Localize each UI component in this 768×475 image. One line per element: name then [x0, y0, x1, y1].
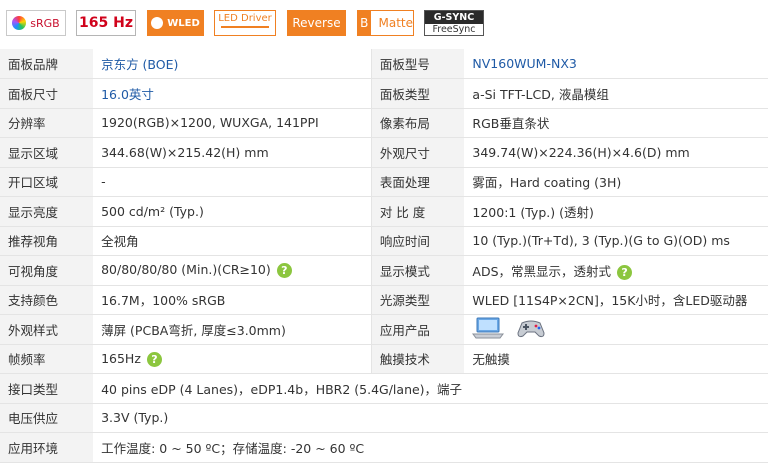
row-value: 工作温度: 0 ~ 50 ºC；存储温度: -20 ~ 60 ºC — [93, 432, 768, 463]
row-label: 面板尺寸 — [0, 78, 94, 109]
row-label: 对 比 度 — [370, 196, 465, 227]
srgb-badge: sRGB — [6, 10, 66, 36]
row-label: 开口区域 — [0, 167, 94, 197]
table-row: 推荐视角 全视角 响应时间 10 (Typ.)(Tr+Td), 3 (Typ.)… — [0, 226, 768, 256]
connector-icon — [221, 26, 269, 33]
table-row: 外观样式 薄屏 (PCBA弯折, 厚度≤3.0mm) 应用产品 — [0, 314, 768, 345]
table-row: 面板品牌 京东方 (BOE) 面板型号 NV160WUM-NX3 — [0, 49, 768, 79]
help-icon[interactable]: ? — [146, 351, 162, 367]
row-label: 分辨率 — [0, 108, 94, 138]
row-label: 面板类型 — [370, 78, 465, 109]
row-label: 外观样式 — [0, 314, 94, 345]
table-row: 开口区域 - 表面处理 雾面，Hard coating (3H) — [0, 167, 768, 197]
row-label: 接口类型 — [0, 373, 94, 404]
row-value: RGB垂直条状 — [464, 108, 768, 138]
row-label: 显示亮度 — [0, 196, 94, 227]
row-label: 外观尺寸 — [370, 137, 465, 168]
table-row: 分辨率 1920(RGB)×1200, WUXGA, 141PPI 像素布局 R… — [0, 108, 768, 138]
row-value: - — [93, 167, 372, 197]
row-value: WLED [11S4P×2CN]，15K小时，含LED驱动器 — [464, 285, 768, 315]
wled-badge: WLED — [147, 10, 204, 36]
matte-letter: B — [358, 11, 371, 35]
gamepad-icon[interactable] — [516, 317, 546, 342]
table-row: 显示区域 344.68(W)×215.42(H) mm 外观尺寸 349.74(… — [0, 137, 768, 168]
row-value: 10 (Typ.)(Tr+Td), 3 (Typ.)(G to G)(OD) m… — [464, 226, 768, 256]
row-value: 1200:1 (Typ.) (透射) — [464, 196, 768, 227]
row-value[interactable]: 16.0英寸 — [93, 78, 372, 109]
row-label: 应用环境 — [0, 432, 94, 463]
row-value: 薄屏 (PCBA弯折, 厚度≤3.0mm) — [93, 314, 372, 345]
row-label: 光源类型 — [370, 285, 465, 315]
row-value: 1920(RGB)×1200, WUXGA, 141PPI — [93, 108, 372, 138]
refresh-rate-badge: 165 Hz — [76, 10, 136, 36]
row-label: 支持颜色 — [0, 285, 94, 315]
table-row: 可视角度 80/80/80/80 (Min.)(CR≥10)? 显示模式 ADS… — [0, 255, 768, 286]
row-value[interactable]: NV160WUM-NX3 — [464, 49, 768, 79]
row-value: 344.68(W)×215.42(H) mm — [93, 137, 372, 168]
row-label: 表面处理 — [370, 167, 465, 197]
table-row: 支持颜色 16.7M，100% sRGB 光源类型 WLED [11S4P×2C… — [0, 285, 768, 315]
row-label: 面板型号 — [370, 49, 465, 79]
row-value[interactable]: 京东方 (BOE) — [93, 49, 372, 79]
help-icon[interactable]: ? — [276, 263, 292, 279]
table-row: 显示亮度 500 cd/m² (Typ.) 对 比 度 1200:1 (Typ.… — [0, 196, 768, 227]
table-row: 帧频率 165Hz? 触摸技术 无触摸 — [0, 344, 768, 374]
laptop-icon[interactable] — [472, 317, 505, 342]
row-label: 推荐视角 — [0, 226, 94, 256]
row-label: 像素布局 — [370, 108, 465, 138]
row-value: 雾面，Hard coating (3H) — [464, 167, 768, 197]
gsync-freesync-badge: G-SYNC FreeSync — [424, 10, 484, 36]
matte-badge: B Matte — [357, 10, 414, 36]
row-value: a-Si TFT-LCD, 液晶模组 — [464, 78, 768, 109]
row-label: 触摸技术 — [370, 344, 465, 374]
row-value: 全视角 — [93, 226, 372, 256]
row-value: 349.74(W)×224.36(H)×4.6(D) mm — [464, 137, 768, 168]
table-row: 应用环境 工作温度: 0 ~ 50 ºC；存储温度: -20 ~ 60 ºC — [0, 432, 768, 463]
color-wheel-icon — [12, 16, 27, 30]
row-label: 帧频率 — [0, 344, 94, 374]
row-value: 40 pins eDP (4 Lanes)，eDP1.4b，HBR2 (5.4G… — [93, 373, 768, 404]
row-value: 500 cd/m² (Typ.) — [93, 196, 372, 227]
row-label: 可视角度 — [0, 255, 94, 286]
row-value — [464, 314, 768, 345]
table-row: 电压供应 3.3V (Typ.) — [0, 403, 768, 433]
feature-badges: sRGB 165 Hz WLED LED Driver Reverse B Mat… — [0, 0, 768, 46]
reverse-badge: Reverse — [287, 10, 346, 36]
row-value: 165Hz? — [93, 344, 372, 374]
led-driver-badge: LED Driver — [214, 10, 276, 36]
row-label: 电压供应 — [0, 403, 94, 433]
table-row: 接口类型 40 pins eDP (4 Lanes)，eDP1.4b，HBR2 … — [0, 373, 768, 404]
spec-table: 面板品牌 京东方 (BOE) 面板型号 NV160WUM-NX3 面板尺寸 16… — [0, 49, 768, 463]
row-label: 面板品牌 — [0, 49, 94, 79]
help-icon[interactable]: ? — [617, 264, 633, 280]
table-row: 面板尺寸 16.0英寸 面板类型 a-Si TFT-LCD, 液晶模组 — [0, 78, 768, 109]
row-value: 80/80/80/80 (Min.)(CR≥10)? — [93, 255, 372, 286]
row-label: 应用产品 — [370, 314, 465, 345]
row-label: 响应时间 — [370, 226, 465, 256]
row-value: 3.3V (Typ.) — [93, 403, 768, 433]
row-value: 16.7M，100% sRGB — [93, 285, 372, 315]
row-value: ADS，常黑显示，透射式? — [464, 255, 768, 286]
row-label: 显示模式 — [370, 255, 465, 286]
row-value: 无触摸 — [464, 344, 768, 374]
bulb-icon — [151, 17, 164, 29]
row-label: 显示区域 — [0, 137, 94, 168]
